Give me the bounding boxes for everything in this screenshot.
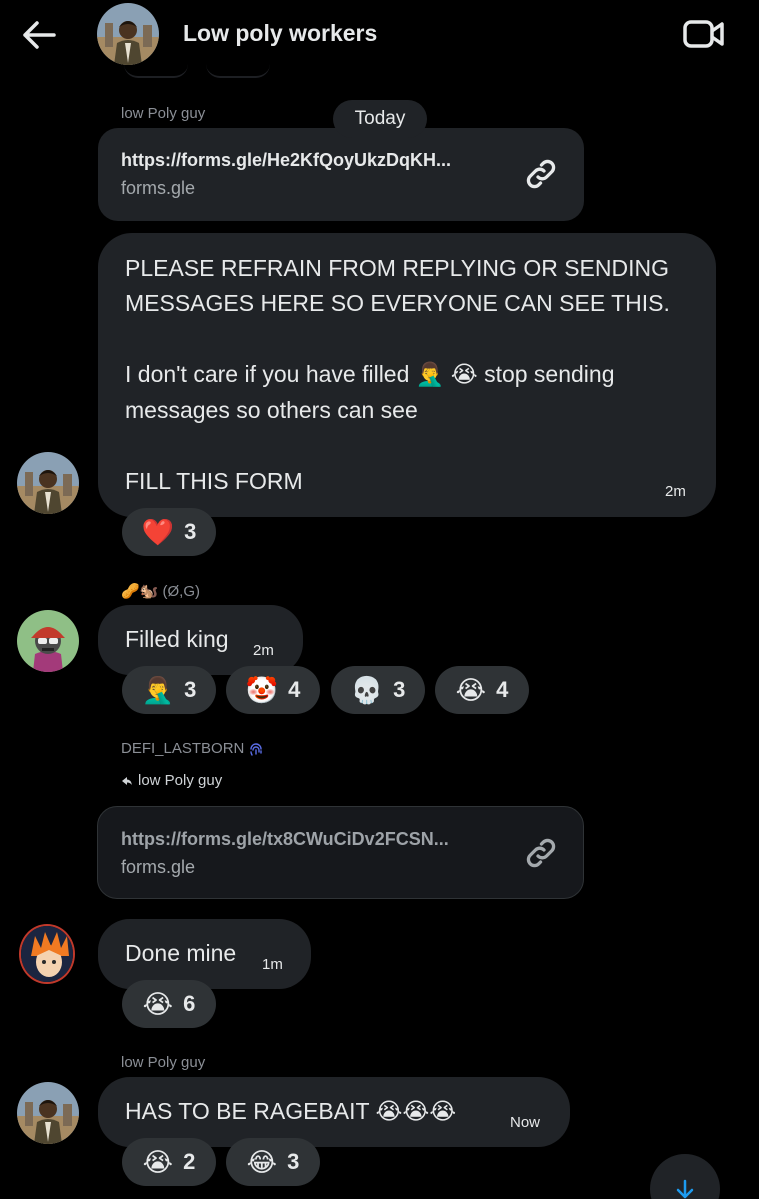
reaction-chip[interactable]: 💀 3 (331, 666, 425, 714)
facepalm-icon: 🤦‍♂️ (141, 675, 175, 705)
reaction-chip[interactable]: ❤️ 3 (122, 508, 216, 556)
reaction-count: 2 (183, 1149, 196, 1174)
link-icon[interactable] (521, 154, 561, 194)
reaction-count: 4 (288, 677, 301, 702)
link-url[interactable]: https://forms.gle/tx8CWuCiDv2FCSN... (121, 829, 449, 850)
message-bubble[interactable]: Done mine 1m (98, 919, 311, 989)
chat-title[interactable]: Low poly workers (183, 20, 377, 47)
previous-reaction-edge (124, 64, 188, 78)
reaction-chip[interactable]: 😭 4 (435, 666, 529, 714)
reaction-count: 3 (184, 677, 197, 702)
message-timestamp: 2m (665, 483, 686, 500)
reaction-count: 3 (393, 677, 406, 702)
reply-indicator[interactable]: low Poly guy (121, 772, 222, 789)
reaction-chip[interactable]: 😭 2 (122, 1138, 216, 1186)
video-camera-icon (683, 20, 724, 48)
tears-of-joy-icon: 😂 (246, 1147, 278, 1177)
sender-name: low Poly guy (121, 105, 206, 122)
reaction-chip[interactable]: 🤡 4 (226, 666, 320, 714)
video-call-button[interactable] (680, 14, 728, 54)
sender-name: 🥜🐿️ (Ø,G) (121, 583, 201, 600)
reaction-chip[interactable]: 😭 6 (122, 980, 216, 1028)
message-timestamp: 2m (253, 642, 274, 659)
clown-icon: 🤡 (245, 675, 279, 705)
arrow-left-icon (23, 21, 56, 49)
reaction-chip[interactable]: 🤦‍♂️ 3 (122, 666, 216, 714)
date-separator: Today (333, 100, 427, 138)
scroll-to-bottom-button[interactable] (650, 1154, 720, 1199)
loudly-crying-icon: 😭 (455, 675, 487, 705)
link-domain: forms.gle (121, 178, 196, 198)
message-bubble[interactable]: Filled king 2m (98, 605, 303, 675)
reaction-count: 4 (496, 677, 509, 702)
message-line: I don't care if you have filled 🤦‍♂️ 😭 s… (125, 361, 615, 387)
previous-reaction-edge (206, 64, 270, 78)
loudly-crying-icon: 😭 (142, 989, 174, 1019)
message-line: FILL THIS FORM (125, 468, 303, 494)
message-line: MESSAGES HERE SO EVERYONE CAN SEE THIS. (125, 290, 670, 316)
fingerprint-icon (250, 742, 263, 756)
heart-icon: ❤️ (141, 517, 175, 547)
message-text: HAS TO BE RAGEBAIT 😭😭😭 (125, 1098, 457, 1124)
sender-avatar[interactable] (17, 1082, 79, 1144)
message-text: Filled king (125, 626, 229, 652)
sender-avatar[interactable] (17, 452, 79, 514)
loudly-crying-icon: 😭 (142, 1147, 174, 1177)
sender-avatar[interactable] (17, 610, 79, 672)
link-domain: forms.gle (121, 857, 196, 877)
message-bubble[interactable]: PLEASE REFRAIN FROM REPLYING OR SENDING … (98, 233, 716, 517)
message-line: messages so others can see (125, 397, 418, 423)
reaction-count: 3 (287, 1149, 300, 1174)
reaction-chip[interactable]: 😂 3 (226, 1138, 320, 1186)
message-timestamp: 1m (262, 956, 283, 973)
message-line: PLEASE REFRAIN FROM REPLYING OR SENDING (125, 255, 670, 281)
skull-icon: 💀 (350, 675, 384, 705)
back-button[interactable] (18, 14, 60, 56)
message-text: Done mine (125, 940, 237, 966)
link-preview-card[interactable]: https://forms.gle/tx8CWuCiDv2FCSN... for… (97, 806, 584, 899)
link-preview-card[interactable]: https://forms.gle/He2KfQoyUkzDqKH... for… (98, 128, 584, 221)
arrow-down-icon (676, 1179, 694, 1199)
reaction-count: 3 (184, 519, 197, 544)
link-url[interactable]: https://forms.gle/He2KfQoyUkzDqKH... (121, 150, 451, 171)
sender-name: DEFI_LASTBORN (121, 740, 264, 757)
group-avatar-image (97, 3, 159, 65)
sender-name-text: DEFI_LASTBORN (121, 740, 245, 757)
sender-name: low Poly guy (121, 1054, 206, 1071)
reply-to-name: low Poly guy (138, 772, 223, 789)
message-bubble[interactable]: HAS TO BE RAGEBAIT 😭😭😭 Now (98, 1077, 570, 1147)
reaction-count: 6 (183, 991, 196, 1016)
sender-avatar[interactable] (19, 924, 75, 984)
message-timestamp: Now (510, 1114, 541, 1131)
reply-arrow-icon (122, 776, 132, 785)
group-avatar[interactable] (97, 3, 159, 65)
link-icon[interactable] (521, 833, 561, 873)
